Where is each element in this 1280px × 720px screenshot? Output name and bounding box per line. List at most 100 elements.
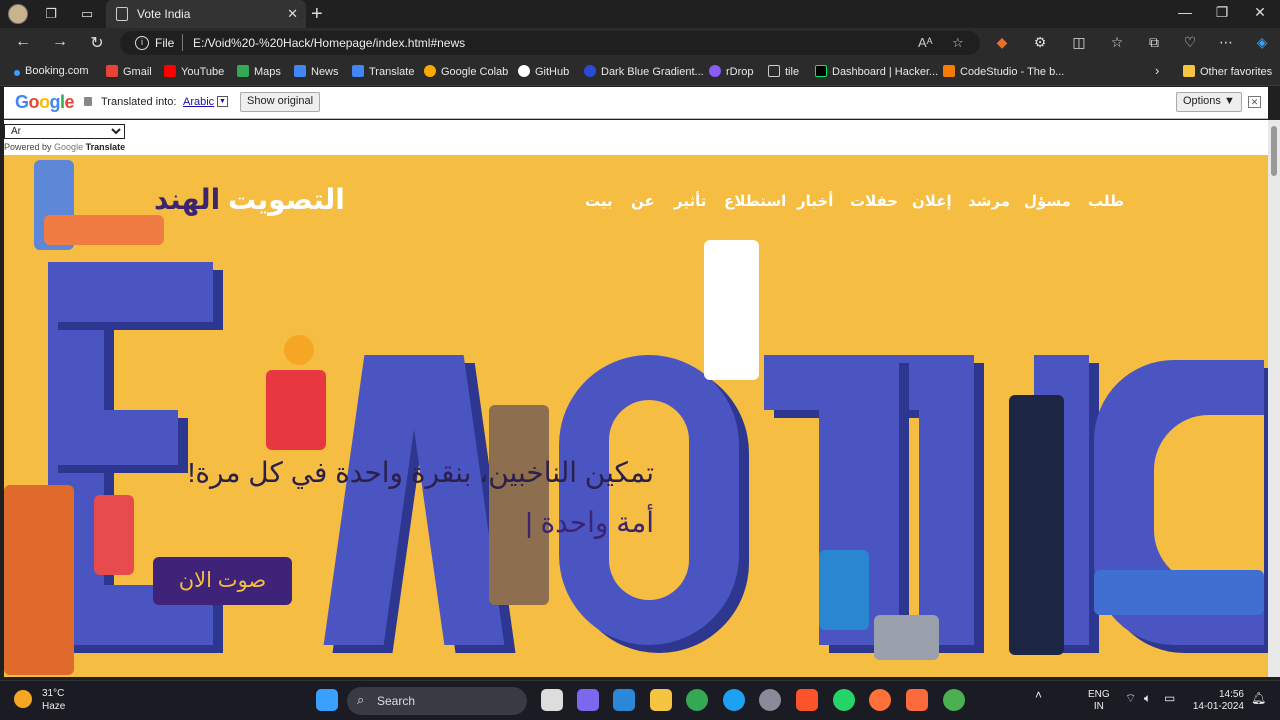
page-icon bbox=[768, 65, 780, 77]
site-brand[interactable]: التصويت الهند bbox=[154, 183, 345, 216]
nav-link-admin[interactable]: مسؤل bbox=[1024, 192, 1071, 210]
google-wordmark: Google bbox=[54, 142, 84, 152]
bookmark-gmail[interactable]: Gmail bbox=[106, 65, 152, 78]
address-bar[interactable]: i File E:/Void%20-%20Hack/Homepage/index… bbox=[120, 31, 980, 55]
edge-icon[interactable] bbox=[723, 689, 745, 711]
brand-part-2: الهند bbox=[154, 184, 221, 215]
favorites-icon[interactable]: ☆ bbox=[1107, 34, 1127, 51]
google-translate-bar: Google Translated into: Arabic ▼ Show or… bbox=[4, 87, 1268, 119]
wifi-icon[interactable]: ⌔ bbox=[1125, 692, 1136, 704]
bookmark-rdrop[interactable]: rDrop bbox=[709, 65, 754, 78]
forward-button[interactable]: → bbox=[50, 33, 70, 51]
taskbar-search[interactable]: ⌕ Search bbox=[347, 687, 527, 715]
bookmark-label: YouTube bbox=[181, 66, 225, 78]
whatsapp-icon[interactable] bbox=[833, 689, 855, 711]
split-screen-icon[interactable]: ◫ bbox=[1069, 34, 1089, 51]
vote-now-button[interactable]: صوت الان bbox=[153, 557, 292, 605]
gradient-icon bbox=[584, 65, 596, 77]
tab-actions-icon[interactable]: ▭ bbox=[78, 5, 96, 23]
profile-avatar[interactable] bbox=[8, 4, 28, 24]
back-button[interactable]: ← bbox=[13, 33, 33, 51]
nav-link-announcement[interactable]: إعلان bbox=[912, 192, 952, 210]
bookmark-booking[interactable]: Booking.com bbox=[14, 65, 89, 77]
windows-taskbar: 31°C Haze ⌕ Search ˄ ENG IN ⌔ 🔈︎ ▭ 14:56… bbox=[0, 680, 1280, 720]
bookmark-label: Gmail bbox=[123, 66, 152, 78]
bookmark-colab[interactable]: Google Colab bbox=[424, 65, 508, 78]
bookmark-translate[interactable]: Translate bbox=[352, 65, 414, 78]
teams-chat-icon[interactable] bbox=[577, 689, 599, 711]
url-text[interactable]: E:/Void%20-%20Hack/Homepage/index.html#n… bbox=[193, 36, 465, 50]
copilot-icon[interactable]: ◈ bbox=[1252, 34, 1272, 51]
bookmark-youtube[interactable]: YouTube bbox=[164, 65, 224, 78]
brave-icon[interactable] bbox=[796, 689, 818, 711]
battery-icon[interactable]: ▭ bbox=[1164, 692, 1175, 704]
refresh-button[interactable]: ↻ bbox=[87, 33, 107, 53]
bookmarks-bar: Booking.com Gmail YouTube Maps News Tran… bbox=[0, 58, 1280, 86]
bookmark-github[interactable]: GitHub bbox=[518, 65, 569, 78]
hero-line-1: تمكين الناخبين، بنقرة واحدة في كل مرة! bbox=[187, 457, 654, 488]
show-original-button[interactable]: Show original bbox=[240, 92, 321, 112]
language-dropdown-icon[interactable]: ▼ bbox=[217, 96, 228, 107]
read-aloud-icon[interactable]: Aᴬ bbox=[918, 35, 933, 50]
settings-gear-icon[interactable] bbox=[759, 689, 781, 711]
nav-link-news[interactable]: أخبار bbox=[797, 192, 833, 210]
bookmark-news[interactable]: News bbox=[294, 65, 339, 78]
nav-link-guide[interactable]: مرشد bbox=[968, 192, 1010, 210]
nav-link-parties[interactable]: حفلات bbox=[850, 192, 898, 210]
collections-icon[interactable]: ⧉ bbox=[1144, 34, 1164, 51]
nav-link-about[interactable]: عن bbox=[631, 192, 655, 210]
info-icon[interactable]: i bbox=[135, 36, 149, 50]
title-bar: ❐ ▭ Vote India ✕ + — ❐ ✕ bbox=[0, 0, 1280, 28]
store-icon[interactable] bbox=[613, 689, 635, 711]
favorite-star-icon[interactable]: ☆ bbox=[952, 35, 964, 51]
language-indicator[interactable]: ENG IN bbox=[1088, 689, 1110, 713]
translate-icon bbox=[352, 65, 364, 77]
nav-link-impact[interactable]: تأثير bbox=[674, 192, 706, 210]
minimize-button[interactable]: — bbox=[1175, 4, 1195, 20]
more-menu-icon[interactable]: ⋯ bbox=[1216, 34, 1236, 51]
hackerrank-icon bbox=[815, 65, 827, 77]
nav-link-poll[interactable]: استطلاع bbox=[724, 192, 786, 210]
workspaces-icon[interactable]: ❐ bbox=[42, 5, 60, 23]
scrollbar-thumb[interactable] bbox=[1271, 126, 1277, 176]
clock[interactable]: 14:56 14-01-2024 bbox=[1188, 689, 1244, 713]
firefox-icon[interactable] bbox=[869, 689, 891, 711]
powered-by-google-translate: Powered by Google Translate bbox=[4, 142, 125, 152]
bookmark-maps[interactable]: Maps bbox=[237, 65, 281, 78]
browser-essentials-icon[interactable]: ♡ bbox=[1180, 34, 1200, 51]
bookmark-tile[interactable]: tile bbox=[768, 65, 799, 78]
metamask-extension-icon[interactable]: ◆ bbox=[992, 34, 1012, 51]
nav-link-apply[interactable]: طلب bbox=[1088, 192, 1124, 210]
tab-vote-india[interactable]: Vote India ✕ bbox=[106, 0, 306, 28]
target-language-link[interactable]: Arabic bbox=[183, 96, 214, 108]
options-button[interactable]: Options ▼ bbox=[1176, 92, 1242, 112]
new-tab-button[interactable]: + bbox=[311, 3, 323, 26]
close-window-button[interactable]: ✕ bbox=[1250, 4, 1270, 21]
weather-widget[interactable]: 31°C Haze bbox=[14, 687, 65, 713]
bookmark-hackerrank[interactable]: Dashboard | Hacker... bbox=[815, 65, 938, 78]
bookmark-other-favorites[interactable]: Other favorites bbox=[1183, 65, 1272, 78]
rdrop-icon bbox=[709, 65, 721, 77]
chrome-profile-icon[interactable] bbox=[943, 689, 965, 711]
tray-overflow-chevron-icon[interactable]: ˄ bbox=[1035, 689, 1042, 701]
notification-bell-icon[interactable]: 🔔︎ bbox=[1251, 692, 1266, 704]
language-select[interactable]: Ar bbox=[4, 124, 125, 139]
chrome-icon[interactable] bbox=[686, 689, 708, 711]
bookmark-gradient[interactable]: Dark Blue Gradient... bbox=[584, 65, 704, 78]
start-windows-icon[interactable] bbox=[316, 689, 338, 711]
bookmark-label: Translate bbox=[369, 66, 415, 78]
nav-link-home[interactable]: بيت bbox=[585, 192, 613, 210]
task-view-icon[interactable] bbox=[541, 689, 563, 711]
extensions-icon[interactable]: ⚙ bbox=[1030, 34, 1050, 51]
maximize-button[interactable]: ❐ bbox=[1212, 4, 1232, 21]
hero-heading: تمكين الناخبين، بنقرة واحدة في كل مرة! أ… bbox=[154, 448, 654, 549]
page-scrollbar[interactable] bbox=[1268, 120, 1280, 677]
bookmarks-overflow-chevron-icon[interactable]: › bbox=[1155, 63, 1159, 78]
file-explorer-icon[interactable] bbox=[650, 689, 672, 711]
close-tab-icon[interactable]: ✕ bbox=[287, 6, 298, 22]
volume-icon[interactable]: 🔈︎ bbox=[1144, 692, 1151, 704]
gmail-icon bbox=[106, 65, 118, 77]
bookmark-codestudio[interactable]: CodeStudio - The b... bbox=[943, 65, 1064, 78]
close-translate-bar-icon[interactable]: ✕ bbox=[1248, 96, 1261, 108]
xampp-icon[interactable] bbox=[906, 689, 928, 711]
